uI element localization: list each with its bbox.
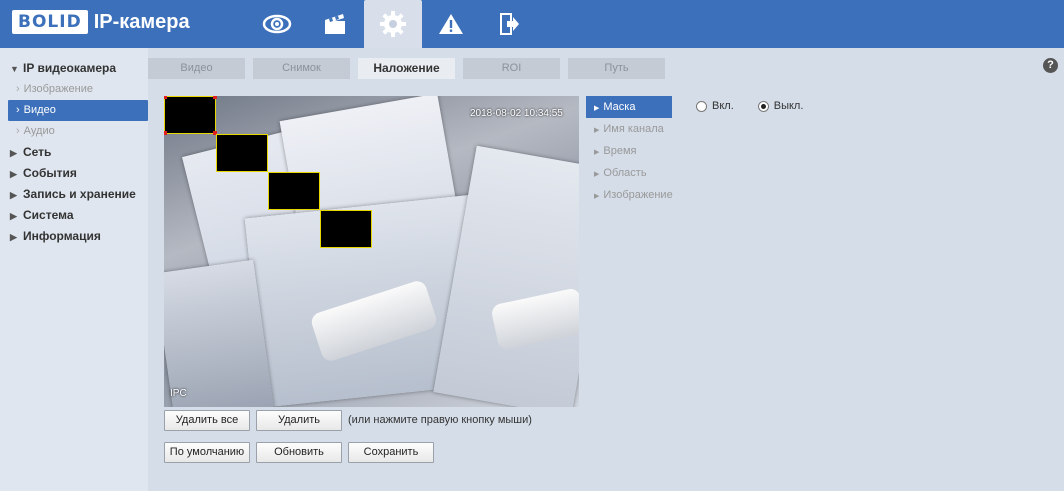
mask-on-radio[interactable]: Вкл. <box>696 100 734 112</box>
submenu-item-time[interactable]: ▶ Время <box>586 140 672 162</box>
sidebar-section-label: Система <box>23 208 74 222</box>
tab-snapshot[interactable]: Снимок <box>253 58 350 79</box>
submenu-item-channel-name[interactable]: ▶ Имя канала <box>586 118 672 140</box>
save-button[interactable]: Сохранить <box>348 442 434 463</box>
privacy-mask-4[interactable] <box>320 210 372 248</box>
radio-circle[interactable] <box>757 100 769 112</box>
sidebar-section-label: Запись и хранение <box>23 187 136 201</box>
delete-all-button[interactable]: Удалить все <box>164 410 250 431</box>
mask-mode-group: Вкл. Выкл. <box>696 100 827 112</box>
sidebar-section-info[interactable]: ▶ Информация <box>8 226 148 247</box>
sidebar-item-audio[interactable]: › Аудио <box>8 121 148 142</box>
triangle-right-icon: ▶ <box>594 105 600 112</box>
radio-label: Вкл. <box>712 100 734 112</box>
sidebar-section-label: События <box>23 166 77 180</box>
clapperboard-icon <box>325 14 345 34</box>
sidebar-item-label: Аудио <box>23 125 55 137</box>
sidebar-section-label: IP видеокамера <box>23 61 117 75</box>
radio-circle[interactable] <box>696 100 707 112</box>
sidebar-section-system[interactable]: ▶ Система <box>8 205 148 226</box>
triangle-right-icon: ▶ <box>10 169 17 179</box>
submenu-item-area[interactable]: ▶ Область <box>586 162 672 184</box>
sidebar-section-ip-camera[interactable]: ▼ IP видеокамера <box>8 58 148 79</box>
sidebar-item-label: Изображение <box>23 83 93 95</box>
triangle-down-icon: ▼ <box>10 64 19 74</box>
warning-icon <box>439 14 463 34</box>
submenu-item-label: Маска <box>603 101 636 113</box>
overlay-submenu: ▶ Маска ▶ Имя канала ▶ Время ▶ Область ▶ Изоб… <box>586 96 673 206</box>
resize-handle[interactable] <box>213 96 217 99</box>
live-view-button[interactable] <box>248 0 306 48</box>
submenu-item-label: Область <box>603 167 647 179</box>
triangle-right-icon: ▶ <box>594 171 600 178</box>
tab-path[interactable]: Путь <box>568 58 665 79</box>
logout-icon <box>500 13 519 35</box>
video-camera-label: IPC <box>170 388 187 399</box>
submenu-item-mask[interactable]: ▶ Маска <box>586 96 672 118</box>
sidebar-section-label: Информация <box>23 229 101 243</box>
mask-off-radio[interactable]: Выкл. <box>757 100 804 112</box>
resize-handle[interactable] <box>164 96 167 99</box>
video-timestamp: 2018-08-02 10:34:55 <box>470 108 563 119</box>
alarm-button[interactable] <box>422 0 480 48</box>
sidebar-section-label: Сеть <box>23 145 52 159</box>
tab-overlay[interactable]: Наложение <box>358 58 455 79</box>
submenu-item-label: Изображение <box>603 189 673 201</box>
triangle-right-icon: ▶ <box>10 148 17 158</box>
submenu-item-label: Имя канала <box>603 123 664 135</box>
delete-button[interactable]: Удалить <box>256 410 342 431</box>
sidebar-item-image[interactable]: › Изображение <box>8 79 148 100</box>
gear-icon <box>380 11 406 37</box>
triangle-right-icon: ▶ <box>594 193 600 200</box>
chevron-right-icon: › <box>16 104 20 116</box>
default-button[interactable]: По умолчанию <box>164 442 250 463</box>
tab-video[interactable]: Видео <box>148 58 245 79</box>
radio-label: Выкл. <box>773 100 804 112</box>
top-nav <box>248 0 538 48</box>
chevron-right-icon: › <box>16 125 20 137</box>
triangle-right-icon: ▶ <box>594 127 600 134</box>
app-title: IP-камера <box>93 10 190 33</box>
privacy-mask-2[interactable] <box>216 134 268 172</box>
chevron-right-icon: › <box>16 83 20 95</box>
triangle-right-icon: ▶ <box>10 190 17 200</box>
submenu-item-label: Время <box>603 145 637 157</box>
delete-hint: (или нажмите правую кнопку мыши) <box>348 414 532 426</box>
eye-icon <box>262 14 292 34</box>
playback-button[interactable] <box>306 0 364 48</box>
privacy-mask-1[interactable] <box>164 96 217 135</box>
sidebar-section-events[interactable]: ▶ События <box>8 163 148 184</box>
sidebar-section-storage[interactable]: ▶ Запись и хранение <box>8 184 148 205</box>
logout-button[interactable] <box>480 0 538 48</box>
sidebar: ▼ IP видеокамера › Изображение › Видео › Ауд… <box>8 58 148 247</box>
brand-logo: BOLID <box>12 10 88 34</box>
help-icon[interactable]: ? <box>1043 58 1058 73</box>
top-header: BOLID IP-камера <box>0 0 1064 48</box>
sidebar-item-label: Видео <box>23 104 56 116</box>
privacy-mask-3[interactable] <box>268 172 320 210</box>
resize-handle[interactable] <box>164 131 167 135</box>
triangle-right-icon: ▶ <box>594 149 600 156</box>
triangle-right-icon: ▶ <box>10 211 17 221</box>
settings-button[interactable] <box>364 0 422 48</box>
submenu-item-image[interactable]: ▶ Изображение <box>586 184 673 206</box>
video-preview[interactable]: 2018-08-02 10:34:55 IPC <box>164 96 579 407</box>
triangle-right-icon: ▶ <box>10 232 17 242</box>
sidebar-item-video[interactable]: › Видео <box>8 100 148 121</box>
main-panel: Видео Снимок Наложение ROI Путь ? 2018-0… <box>148 48 1064 491</box>
tab-roi[interactable]: ROI <box>463 58 560 79</box>
tab-bar: Видео Снимок Наложение ROI Путь <box>148 58 673 79</box>
sidebar-section-network[interactable]: ▶ Сеть <box>8 142 148 163</box>
refresh-button[interactable]: Обновить <box>256 442 342 463</box>
logo: BOLID IP-камера <box>12 7 190 37</box>
